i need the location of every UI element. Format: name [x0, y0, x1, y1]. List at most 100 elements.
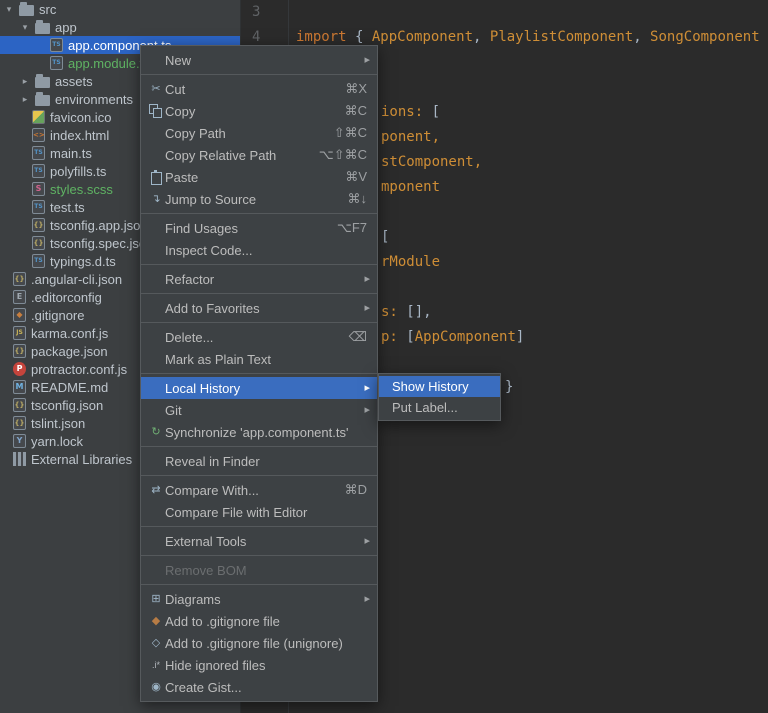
code-fragment: ponent,: [381, 129, 440, 145]
stylesheet-file-icon: [32, 182, 45, 196]
tree-item-label: styles.scss: [50, 182, 113, 197]
javascript-file-icon: [13, 326, 26, 340]
menu-item-synchronize[interactable]: ↻Synchronize 'app.component.ts': [141, 421, 377, 443]
image-file-icon: [32, 110, 45, 124]
menu-item-find-usages[interactable]: Find Usages⌥F7: [141, 217, 377, 239]
menu-item-paste[interactable]: Paste⌘V: [141, 166, 377, 188]
menu-item-remove-bom: Remove BOM: [141, 559, 377, 581]
config-file-icon: [13, 290, 26, 304]
menu-separator: [141, 213, 377, 214]
tree-item-label: typings.d.ts: [50, 254, 116, 269]
tree-item-label: polyfills.ts: [50, 164, 106, 179]
tree-item-label: environments: [55, 92, 133, 107]
menu-item-shortcut: ⌘↓: [348, 191, 368, 207]
menu-icon-slot: [147, 377, 165, 399]
tree-item-label: test.ts: [50, 200, 85, 215]
line-number: 4: [252, 29, 260, 45]
json-file-icon: [32, 218, 45, 232]
menu-separator: [141, 555, 377, 556]
menu-item-delete[interactable]: Delete...⌫: [141, 326, 377, 348]
menu-item-copy-path[interactable]: Copy Path⇧⌘C: [141, 122, 377, 144]
menu-separator: [141, 584, 377, 585]
menu-item-shortcut: ⌘X: [345, 81, 367, 97]
menu-item-new[interactable]: New: [141, 49, 377, 71]
typescript-file-icon: [32, 164, 45, 178]
tree-item-label: .angular-cli.json: [31, 272, 122, 287]
menu-item-inspect-code[interactable]: Inspect Code...: [141, 239, 377, 261]
menu-item-compare-file-with-editor[interactable]: Compare File with Editor: [141, 501, 377, 523]
create-gist-icon: ◉: [147, 676, 165, 698]
typescript-file-icon: [32, 254, 45, 268]
submenu-item-show-history[interactable]: Show History: [379, 376, 500, 397]
compare-icon: ⇄: [147, 479, 165, 501]
chevron-collapsed-icon[interactable]: [20, 94, 30, 105]
code-fragment: ions: [: [381, 104, 440, 120]
menu-item-hide-ignored-files[interactable]: .i*Hide ignored files: [141, 654, 377, 676]
tree-item-label: tslint.json: [31, 416, 85, 431]
json-file-icon: [13, 416, 26, 430]
menu-separator: [141, 74, 377, 75]
menu-icon-slot: [147, 450, 165, 472]
menu-item-shortcut: ⌘D: [345, 482, 367, 498]
tree-item-label: src: [39, 2, 56, 17]
code-fragment: mponent: [381, 179, 440, 195]
menu-item-refactor[interactable]: Refactor: [141, 268, 377, 290]
menu-icon-slot: [147, 501, 165, 523]
lock-file-icon: [13, 434, 26, 448]
submenu-item-put-label[interactable]: Put Label...: [379, 397, 500, 418]
tree-item-label: tsconfig.app.json: [50, 218, 148, 233]
chevron-expanded-icon[interactable]: [4, 4, 14, 15]
menu-item-copy[interactable]: Copy⌘C: [141, 100, 377, 122]
json-file-icon: [13, 344, 26, 358]
menu-icon-slot: [147, 326, 165, 348]
jump-to-source-icon: ↴: [147, 188, 165, 210]
tree-item-app[interactable]: app: [0, 18, 240, 36]
folder-icon: [35, 77, 50, 88]
synchronize-icon: ↻: [147, 421, 165, 443]
menu-item-jump-to-source[interactable]: ↴Jump to Source⌘↓: [141, 188, 377, 210]
code-fragment: p: [AppComponent]: [381, 329, 524, 345]
menu-item-add-to-gitignore-unignore[interactable]: ◇Add to .gitignore file (unignore): [141, 632, 377, 654]
menu-icon-slot: [147, 348, 165, 370]
menu-item-copy-relative-path[interactable]: Copy Relative Path⌥⇧⌘C: [141, 144, 377, 166]
chevron-expanded-icon[interactable]: [20, 22, 30, 33]
menu-item-add-to-favorites[interactable]: Add to Favorites: [141, 297, 377, 319]
gitignore-unignore-icon: ◇: [147, 632, 165, 654]
menu-item-shortcut: ⌥F7: [337, 220, 367, 236]
menu-item-reveal-in-finder[interactable]: Reveal in Finder: [141, 450, 377, 472]
menu-item-create-gist[interactable]: ◉Create Gist...: [141, 676, 377, 698]
menu-item-git[interactable]: Git: [141, 399, 377, 421]
menu-item-shortcut: ⌘V: [345, 169, 367, 185]
menu-item-cut[interactable]: ✂Cut⌘X: [141, 78, 377, 100]
tree-item-label: assets: [55, 74, 93, 89]
json-file-icon: [32, 236, 45, 250]
copy-icon: [147, 100, 165, 122]
tree-item-label: index.html: [50, 128, 109, 143]
menu-item-local-history[interactable]: Local History: [141, 377, 377, 399]
protractor-file-icon: [13, 362, 26, 376]
menu-item-mark-as-plain-text[interactable]: Mark as Plain Text: [141, 348, 377, 370]
paste-icon: [147, 166, 165, 188]
menu-separator: [141, 526, 377, 527]
menu-icon-slot: [147, 49, 165, 71]
menu-icon-slot: [147, 559, 165, 581]
chevron-collapsed-icon[interactable]: [20, 76, 30, 87]
typescript-file-icon: [50, 38, 63, 52]
menu-item-external-tools[interactable]: External Tools: [141, 530, 377, 552]
menu-item-shortcut: ⌫: [349, 329, 367, 345]
menu-icon-slot: [147, 268, 165, 290]
menu-icon-slot: [147, 122, 165, 144]
tree-item-label: yarn.lock: [31, 434, 83, 449]
cut-icon: ✂: [147, 78, 165, 100]
tree-item-src[interactable]: src: [0, 0, 240, 18]
menu-item-diagrams[interactable]: ⊞Diagrams: [141, 588, 377, 610]
folder-icon: [35, 23, 50, 34]
tree-item-label: tsconfig.spec.json: [50, 236, 153, 251]
diagrams-icon: ⊞: [147, 588, 165, 610]
menu-item-add-to-gitignore[interactable]: ◆Add to .gitignore file: [141, 610, 377, 632]
tree-item-label: app.module.ts: [68, 56, 150, 71]
typescript-file-icon: [32, 200, 45, 214]
tree-item-label: main.ts: [50, 146, 92, 161]
code-fragment: stComponent,: [381, 154, 482, 170]
menu-item-compare-with[interactable]: ⇄Compare With...⌘D: [141, 479, 377, 501]
